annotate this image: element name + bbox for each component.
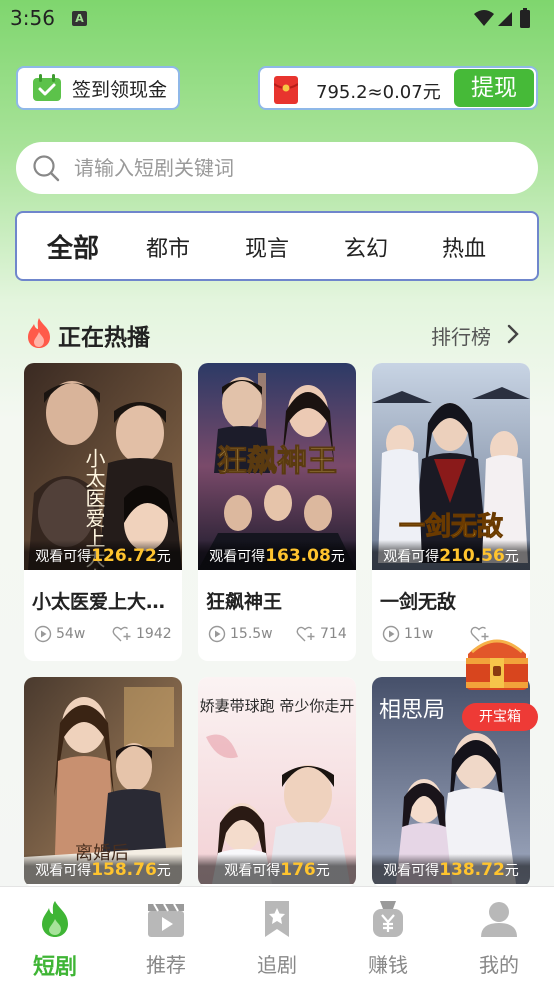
search-input[interactable] — [74, 142, 514, 194]
earn-reward: 观看可得138.72元 — [372, 854, 530, 884]
earn-reward: 观看可得176元 — [198, 854, 356, 884]
earn-reward: 观看可得163.08元 — [198, 540, 356, 570]
flame-icon — [42, 901, 68, 937]
clapperboard-icon — [148, 903, 184, 937]
poster-title-text: 一剑无敌 — [399, 511, 503, 542]
drama-card[interactable]: 狂飙神王 观看可得163.08元 狂飙神王 15.5w 714 — [198, 363, 356, 661]
poster-image: 一剑无敌 — [372, 363, 530, 570]
drama-poster: 狂飙神王 观看可得163.08元 — [198, 363, 356, 570]
tab-modern-romance[interactable]: 现言 — [245, 231, 289, 263]
signin-label: 签到领现金 — [72, 78, 168, 101]
search-icon — [33, 155, 60, 182]
nav-item-earn[interactable]: 赚钱 — [333, 887, 443, 985]
nav-label: 短剧 — [32, 955, 77, 980]
nav-label: 追剧 — [257, 953, 297, 977]
ranking-link[interactable]: 排行榜 — [431, 321, 491, 350]
drama-card[interactable]: 小太医爱上大白领 观看可得126.72元 小太医爱上大… 54w 1942 — [24, 363, 182, 661]
fire-icon — [28, 318, 50, 348]
follow-count: 1942 — [112, 625, 172, 643]
user-icon — [481, 902, 517, 937]
chevron-right-icon[interactable] — [506, 323, 520, 345]
nav-label: 我的 — [479, 953, 519, 977]
drama-card[interactable]: 一剑无敌 观看可得210.56元 一剑无敌 11w — [372, 363, 530, 661]
drama-card[interactable]: 娇妻带球跑 帝少你走开 观看可得176元 — [198, 677, 356, 887]
bottom-nav: 短剧 推荐 追剧 赚钱 我的 — [0, 886, 554, 985]
wallet-bar: 795.2≈0.07元 提现 — [258, 66, 538, 110]
heart-plus-icon — [112, 626, 131, 642]
play-circle-icon — [34, 625, 52, 643]
tab-action[interactable]: 热血 — [442, 231, 486, 263]
bookmark-star-icon — [265, 901, 289, 937]
play-circle-icon — [208, 625, 226, 643]
poster-title-text: 相思局 — [379, 698, 445, 723]
follow-count: 714 — [296, 625, 347, 643]
heart-plus-icon — [296, 626, 315, 642]
status-time: 3:56 — [10, 6, 55, 30]
drama-title: 小太医爱上大… — [32, 591, 166, 613]
money-bag-icon — [373, 901, 403, 937]
nav-item-recommend[interactable]: 推荐 — [111, 887, 221, 985]
drama-poster: 娇妻带球跑 帝少你走开 观看可得176元 — [198, 677, 356, 884]
tab-fantasy[interactable]: 玄幻 — [344, 231, 388, 263]
drama-title: 狂飙神王 — [206, 591, 283, 613]
play-count: 54w — [34, 625, 85, 643]
category-tabs: 全部 都市 现言 玄幻 热血 — [15, 211, 539, 281]
play-count: 15.5w — [208, 625, 273, 643]
search-bar — [16, 142, 538, 194]
treasure-chest-icon[interactable] — [462, 628, 532, 694]
withdraw-button[interactable]: 提现 — [454, 69, 534, 107]
wallet-amount: 795.2≈0.07元 — [316, 82, 441, 103]
signal-battery-icons — [474, 8, 530, 28]
section-title: 正在热播 — [58, 325, 150, 351]
status-bar: 3:56 A — [0, 0, 554, 40]
earn-reward: 观看可得210.56元 — [372, 540, 530, 570]
notification-icon: A — [72, 11, 87, 26]
poster-image: 狂飙神王 — [198, 363, 356, 570]
nav-label: 赚钱 — [368, 953, 408, 977]
drama-card[interactable]: 离婚后 观看可得158.76元 — [24, 677, 182, 887]
earn-reward: 观看可得126.72元 — [24, 540, 182, 570]
play-count: 11w — [382, 625, 433, 643]
poster-image: 离婚后 — [24, 677, 182, 884]
drama-title: 一剑无敌 — [380, 591, 457, 613]
nav-item-shortdrama[interactable]: 短剧 — [0, 887, 110, 985]
nav-item-profile[interactable]: 我的 — [444, 887, 554, 985]
poster-image: 小太医爱上大白领 — [24, 363, 182, 570]
tab-all[interactable]: 全部 — [47, 228, 99, 265]
poster-image: 娇妻带球跑 帝少你走开 — [198, 677, 356, 884]
play-circle-icon — [382, 625, 400, 643]
drama-poster: 一剑无敌 观看可得210.56元 — [372, 363, 530, 570]
red-packet-icon — [274, 76, 298, 104]
poster-title-text: 娇妻带球跑 帝少你走开 — [200, 697, 355, 715]
drama-poster: 小太医爱上大白领 观看可得126.72元 — [24, 363, 182, 570]
signin-cash-button[interactable]: 签到领现金 — [16, 66, 180, 110]
nav-item-following[interactable]: 追剧 — [222, 887, 332, 985]
earn-reward: 观看可得158.76元 — [24, 854, 182, 884]
open-treasure-button[interactable]: 开宝箱 — [462, 703, 538, 731]
tab-urban[interactable]: 都市 — [146, 231, 190, 263]
drama-poster: 离婚后 观看可得158.76元 — [24, 677, 182, 884]
calendar-check-icon — [33, 74, 61, 101]
nav-label: 推荐 — [146, 953, 186, 977]
poster-title-text: 狂飙神王 — [217, 444, 337, 479]
